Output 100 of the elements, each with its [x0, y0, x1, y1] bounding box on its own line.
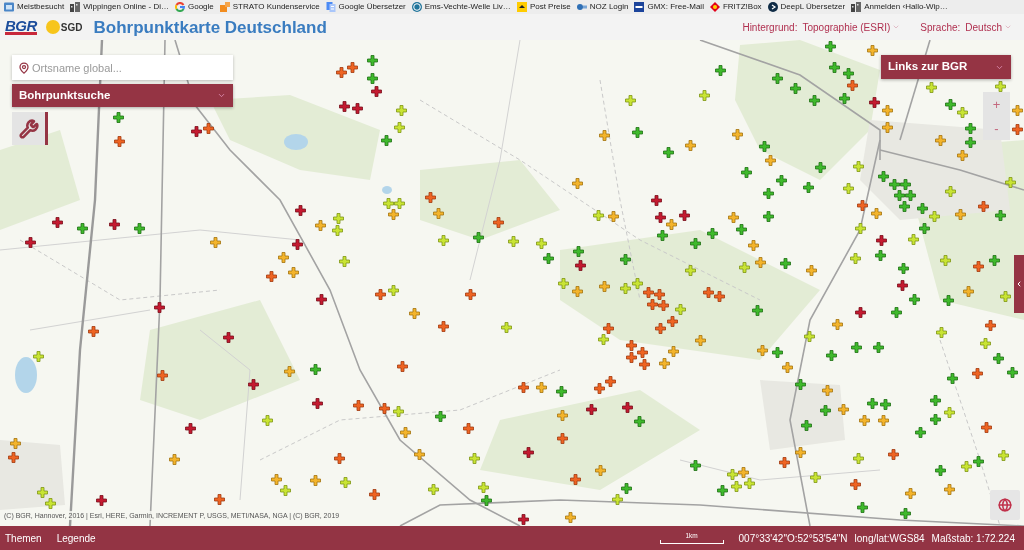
cross-marker-icon[interactable]	[380, 134, 392, 146]
cross-marker-icon[interactable]	[789, 82, 801, 94]
cross-marker-icon[interactable]	[689, 459, 701, 471]
cross-marker-icon[interactable]	[366, 54, 378, 66]
cross-marker-icon[interactable]	[1011, 123, 1023, 135]
cross-marker-icon[interactable]	[571, 285, 583, 297]
cross-marker-icon[interactable]	[988, 254, 1000, 266]
cross-marker-icon[interactable]	[852, 160, 864, 172]
cross-marker-icon[interactable]	[202, 122, 214, 134]
cross-marker-icon[interactable]	[944, 185, 956, 197]
cross-marker-icon[interactable]	[850, 341, 862, 353]
cross-marker-icon[interactable]	[802, 181, 814, 193]
cross-marker-icon[interactable]	[762, 187, 774, 199]
panel-toggle-handle[interactable]	[45, 112, 48, 145]
bookmark-link[interactable]: Google Übersetzer	[325, 2, 406, 12]
cross-marker-icon[interactable]	[726, 468, 738, 480]
bookmark-link[interactable]: DeepL Übersetzer	[767, 2, 846, 12]
cross-marker-icon[interactable]	[477, 481, 489, 493]
cross-marker-icon[interactable]	[764, 154, 776, 166]
cross-marker-icon[interactable]	[934, 134, 946, 146]
cross-marker-icon[interactable]	[279, 484, 291, 496]
cross-marker-icon[interactable]	[351, 102, 363, 114]
cross-marker-icon[interactable]	[740, 166, 752, 178]
cross-marker-icon[interactable]	[314, 219, 326, 231]
cross-marker-icon[interactable]	[866, 44, 878, 56]
cross-marker-icon[interactable]	[916, 202, 928, 214]
background-dropdown[interactable]: Topographie (ESRI)	[802, 19, 901, 35]
cross-marker-icon[interactable]	[492, 216, 504, 228]
cross-marker-icon[interactable]	[625, 351, 637, 363]
cross-marker-icon[interactable]	[914, 426, 926, 438]
cross-marker-icon[interactable]	[877, 170, 889, 182]
cross-marker-icon[interactable]	[971, 367, 983, 379]
cross-marker-icon[interactable]	[727, 211, 739, 223]
cross-marker-icon[interactable]	[265, 270, 277, 282]
cross-marker-icon[interactable]	[153, 301, 165, 313]
cross-marker-icon[interactable]	[393, 197, 405, 209]
cross-marker-icon[interactable]	[480, 494, 492, 506]
cross-marker-icon[interactable]	[694, 334, 706, 346]
cross-marker-icon[interactable]	[898, 200, 910, 212]
cross-marker-icon[interactable]	[311, 397, 323, 409]
cross-marker-icon[interactable]	[908, 293, 920, 305]
cross-marker-icon[interactable]	[555, 385, 567, 397]
cross-marker-icon[interactable]	[291, 238, 303, 250]
cross-marker-icon[interactable]	[731, 128, 743, 140]
cross-marker-icon[interactable]	[366, 72, 378, 84]
cross-marker-icon[interactable]	[213, 493, 225, 505]
cross-marker-icon[interactable]	[904, 487, 916, 499]
cross-marker-icon[interactable]	[657, 299, 669, 311]
cross-marker-icon[interactable]	[868, 96, 880, 108]
cross-marker-icon[interactable]	[335, 66, 347, 78]
cross-marker-icon[interactable]	[684, 264, 696, 276]
cross-marker-icon[interactable]	[598, 280, 610, 292]
cross-marker-icon[interactable]	[51, 216, 63, 228]
cross-marker-icon[interactable]	[943, 483, 955, 495]
cross-marker-icon[interactable]	[190, 125, 202, 137]
cross-marker-icon[interactable]	[928, 210, 940, 222]
cross-marker-icon[interactable]	[624, 94, 636, 106]
cross-marker-icon[interactable]	[698, 89, 710, 101]
cross-marker-icon[interactable]	[980, 421, 992, 433]
cross-marker-icon[interactable]	[598, 129, 610, 141]
cross-marker-icon[interactable]	[781, 361, 793, 373]
cross-marker-icon[interactable]	[890, 306, 902, 318]
cross-marker-icon[interactable]	[1004, 176, 1016, 188]
cross-marker-icon[interactable]	[897, 262, 909, 274]
cross-marker-icon[interactable]	[7, 451, 19, 463]
cross-marker-icon[interactable]	[593, 382, 605, 394]
cross-marker-icon[interactable]	[571, 177, 583, 189]
cross-marker-icon[interactable]	[934, 464, 946, 476]
cross-marker-icon[interactable]	[825, 349, 837, 361]
cross-marker-icon[interactable]	[633, 415, 645, 427]
cross-marker-icon[interactable]	[738, 261, 750, 273]
cross-marker-icon[interactable]	[222, 331, 234, 343]
cross-marker-icon[interactable]	[730, 480, 742, 492]
cross-marker-icon[interactable]	[849, 478, 861, 490]
cross-marker-icon[interactable]	[852, 452, 864, 464]
tools-button[interactable]	[12, 112, 45, 145]
cross-marker-icon[interactable]	[396, 360, 408, 372]
cross-marker-icon[interactable]	[960, 460, 972, 472]
cross-marker-icon[interactable]	[378, 402, 390, 414]
cross-marker-icon[interactable]	[261, 414, 273, 426]
cross-marker-icon[interactable]	[636, 346, 648, 358]
cross-marker-icon[interactable]	[522, 446, 534, 458]
language-dropdown[interactable]: Deutsch	[965, 19, 1012, 35]
cross-marker-icon[interactable]	[809, 471, 821, 483]
cross-marker-icon[interactable]	[674, 303, 686, 315]
cross-marker-icon[interactable]	[44, 497, 56, 509]
cross-marker-icon[interactable]	[874, 249, 886, 261]
cross-marker-icon[interactable]	[315, 293, 327, 305]
cross-marker-icon[interactable]	[872, 341, 884, 353]
cross-marker-icon[interactable]	[309, 363, 321, 375]
cross-marker-icon[interactable]	[168, 453, 180, 465]
cross-marker-icon[interactable]	[846, 79, 858, 91]
bookmark-link[interactable]: NOZ Login	[576, 2, 629, 12]
cross-marker-icon[interactable]	[854, 306, 866, 318]
cross-marker-icon[interactable]	[408, 307, 420, 319]
cross-marker-icon[interactable]	[434, 410, 446, 422]
cross-marker-icon[interactable]	[689, 237, 701, 249]
cross-marker-icon[interactable]	[654, 211, 666, 223]
status-tab[interactable]: Themen	[5, 530, 42, 546]
cross-marker-icon[interactable]	[929, 413, 941, 425]
